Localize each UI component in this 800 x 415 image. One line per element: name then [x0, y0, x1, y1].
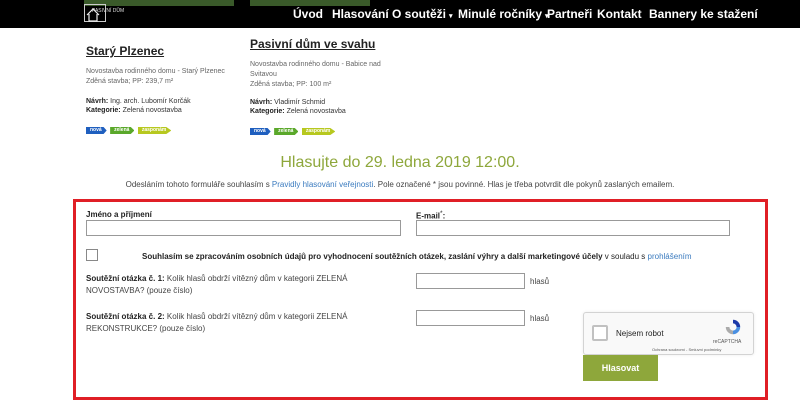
recaptcha-widget: Nejsem robot reCAPTCHA Ochrana soukromí …: [583, 312, 754, 355]
nav-item-hlasovani[interactable]: Hlasování: [332, 7, 389, 21]
question-1-unit: hlasů: [530, 277, 550, 286]
recaptcha-logo-icon: [725, 319, 741, 335]
recaptcha-checkbox[interactable]: [592, 325, 608, 341]
vote-deadline-heading: Hlasujte do 29. ledna 2019 12:00.: [280, 154, 520, 171]
project-title-link[interactable]: Pasivní dům ve svahu: [250, 37, 400, 51]
badge-new: nová: [86, 127, 107, 134]
name-label: Jméno a příjmení: [86, 210, 152, 219]
recaptcha-label: Nejsem robot: [616, 329, 664, 338]
question-1-label: Soutěžní otázka č. 1: Kolik hlasů obdrží…: [86, 274, 348, 295]
nav-item-kontakt[interactable]: Kontakt: [597, 7, 642, 21]
logo-text: PASIVNÍ DŮM: [92, 8, 125, 14]
badge-new: nová: [250, 128, 271, 135]
badge-green: zelená: [110, 127, 135, 134]
project-author: Návrh: Vladimír Schmid: [250, 99, 326, 106]
project-badges: nová zelená zasponám: [250, 119, 400, 135]
question-2-answer-input[interactable]: [416, 310, 525, 326]
project-description: Novostavba rodinného domu - Starý Plzene…: [86, 68, 225, 85]
form-intro-text: Odesláním tohoto formuláře souhlasím s P…: [125, 180, 675, 189]
project-category: Kategorie: Zelená novostavba: [86, 107, 182, 114]
project-description: Novostavba rodinného domu - Babice nad S…: [250, 61, 381, 88]
rules-link[interactable]: Pravidly hlasování veřejnosti: [272, 180, 373, 189]
project-title-link[interactable]: Starý Plzenec: [86, 44, 236, 58]
project-image-strip: [250, 0, 370, 6]
badge-yellow: zasponám: [301, 128, 336, 135]
nav-item-uvod[interactable]: Úvod: [293, 7, 323, 21]
nav-item-o-soutezi[interactable]: O soutěži ▾: [392, 7, 453, 21]
project-badges: nová zelená zasponám: [86, 118, 236, 134]
privacy-statement-link[interactable]: prohlášením: [648, 252, 692, 261]
project-category: Kategorie: Zelená novostavba: [250, 108, 346, 115]
badge-green: zelená: [274, 128, 299, 135]
question-1-answer-input[interactable]: [416, 273, 525, 289]
consent-checkbox[interactable]: [86, 249, 98, 261]
project-card: Starý Plzenec Novostavba rodinného domu …: [86, 44, 236, 134]
question-2-unit: hlasů: [530, 314, 550, 323]
nav-item-minule-rocniky[interactable]: Minulé ročníky ▾: [458, 7, 549, 21]
question-2-label: Soutěžní otázka č. 2: Kolik hlasů obdrží…: [86, 312, 348, 333]
badge-yellow: zasponám: [137, 127, 172, 134]
email-field[interactable]: [416, 220, 730, 236]
project-author: Návrh: Ing. arch. Lubomír Korčák: [86, 98, 191, 105]
recaptcha-terms-link[interactable]: Ochrana soukromí - Smluvní podmínky: [652, 347, 721, 352]
vote-submit-button[interactable]: Hlasovat: [583, 355, 658, 381]
nav-item-partneri[interactable]: Partneři: [547, 7, 592, 21]
recaptcha-brand: reCAPTCHA: [713, 339, 742, 345]
chevron-down-icon: ▾: [449, 13, 453, 20]
project-card: Pasivní dům ve svahu Novostavba rodinnéh…: [250, 37, 400, 135]
nav-item-bannery[interactable]: Bannery ke stažení: [649, 7, 758, 21]
name-field[interactable]: [86, 220, 401, 236]
consent-text: Souhlasím se zpracováním osobních údajů …: [142, 252, 692, 261]
top-navbar: PASIVNÍ DŮM Úvod Hlasování O soutěži ▾ Mi…: [0, 0, 800, 28]
